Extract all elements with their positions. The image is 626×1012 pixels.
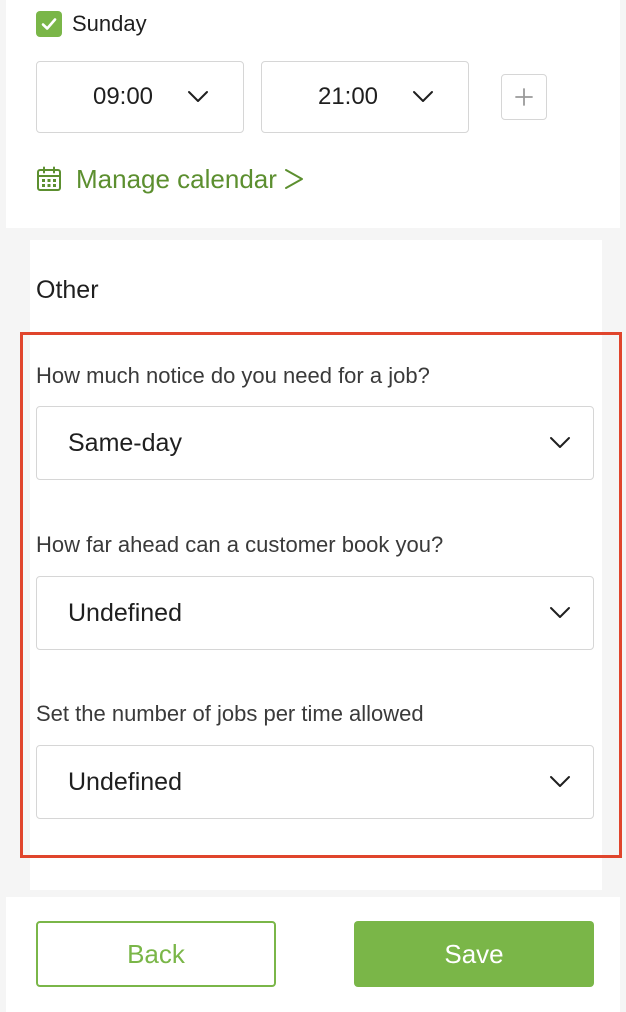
manage-calendar-label: Manage calendar: [76, 163, 277, 194]
chevron-down-icon: [550, 607, 570, 618]
notice-question-label: How much notice do you need for a job?: [36, 363, 430, 388]
start-time-select[interactable]: 09:00: [36, 61, 244, 133]
end-time-select[interactable]: 21:00: [261, 61, 469, 133]
back-button[interactable]: Back: [36, 921, 276, 987]
sunday-checkbox-row[interactable]: Sunday: [36, 10, 147, 38]
sunday-checkbox[interactable]: [36, 11, 62, 37]
manage-calendar-link[interactable]: Manage calendar: [36, 162, 305, 196]
start-time-value: 09:00: [92, 83, 154, 110]
chevron-down-icon: [413, 91, 434, 102]
jobs-per-time-dropdown-value: Undefined: [68, 767, 182, 796]
booking-ahead-dropdown-value: Undefined: [68, 598, 182, 627]
other-section-title: Other: [36, 276, 99, 304]
booking-ahead-question-label: How far ahead can a customer book you?: [36, 532, 444, 557]
chevron-down-icon: [550, 437, 570, 448]
availability-settings-page: Sunday 09:00 21:00 Manage calendar Other…: [0, 0, 626, 1012]
sunday-label: Sunday: [72, 11, 147, 36]
chevron-down-icon: [188, 91, 209, 102]
plus-icon: [515, 88, 533, 106]
notice-dropdown-value: Same-day: [68, 428, 182, 457]
notice-dropdown[interactable]: Same-day: [36, 406, 594, 480]
calendar-icon: [36, 166, 62, 192]
add-time-slot-button[interactable]: [501, 74, 547, 120]
save-button[interactable]: Save: [354, 921, 594, 987]
jobs-per-time-question-label: Set the number of jobs per time allowed: [36, 701, 424, 726]
check-icon: [41, 18, 57, 30]
chevron-right-icon: [283, 167, 305, 191]
end-time-value: 21:00: [317, 83, 379, 110]
jobs-per-time-dropdown[interactable]: Undefined: [36, 745, 594, 819]
chevron-down-icon: [550, 776, 570, 787]
booking-ahead-dropdown[interactable]: Undefined: [36, 576, 594, 650]
